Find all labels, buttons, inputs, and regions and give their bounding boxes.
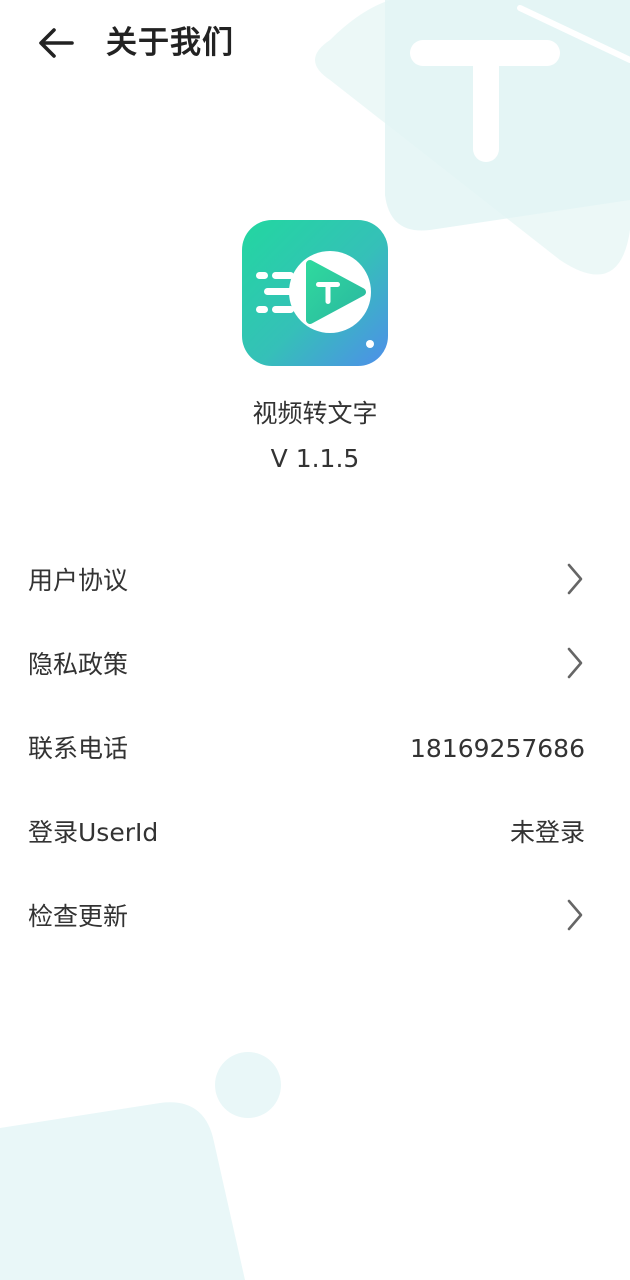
decor-circle: [215, 1052, 281, 1118]
login-status-value: 未登录: [509, 818, 585, 847]
chevron-right-icon: [566, 898, 584, 932]
decor-bottom-block: [0, 1102, 245, 1280]
back-button[interactable]: [32, 22, 80, 64]
top-bar: 关于我们: [0, 0, 630, 90]
menu-item-label: 用户协议: [28, 566, 129, 595]
about-menu: 用户协议 隐私政策 联系电话 18169257686 登录UserId 未登录 …: [0, 538, 630, 958]
menu-item-label: 联系电话: [28, 734, 129, 763]
app-version: V 1.1.5: [270, 444, 360, 473]
menu-item-login-userid[interactable]: 登录UserId 未登录: [0, 790, 630, 874]
contact-phone-value: 18169257686: [410, 734, 585, 763]
arrow-left-icon: [32, 22, 80, 64]
menu-item-privacy-policy[interactable]: 隐私政策: [0, 622, 630, 706]
menu-item-label: 登录UserId: [28, 818, 159, 847]
page-title: 关于我们: [106, 25, 234, 61]
menu-item-user-agreement[interactable]: 用户协议: [0, 538, 630, 622]
menu-item-label: 检查更新: [28, 902, 129, 931]
chevron-right-icon: [566, 562, 584, 596]
app-name: 视频转文字: [252, 399, 378, 428]
menu-item-check-update[interactable]: 检查更新: [0, 874, 630, 958]
app-logo-icon: [242, 220, 388, 366]
menu-item-contact-phone[interactable]: 联系电话 18169257686: [0, 706, 630, 790]
chevron-right-icon: [566, 646, 584, 680]
menu-item-label: 隐私政策: [28, 650, 129, 679]
